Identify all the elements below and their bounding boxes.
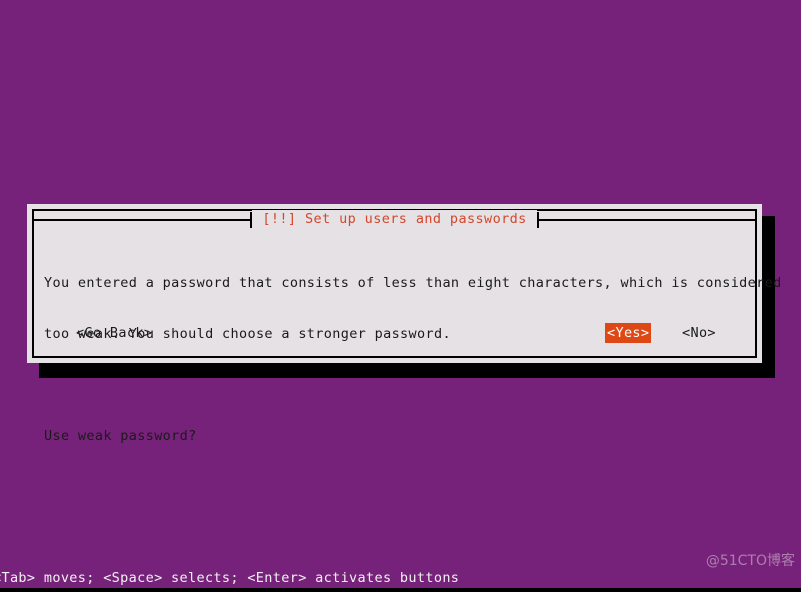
title-rule-right: [536, 210, 756, 229]
keyboard-help-text: <Tab> moves; <Space> selects; <Enter> ac…: [0, 570, 460, 586]
title-rule-left: [34, 210, 253, 229]
dialog-title-bar: [!!] Set up users and passwords: [34, 210, 756, 229]
dialog-question: Use weak password?: [44, 428, 197, 444]
no-button[interactable]: <No>: [680, 323, 718, 343]
installer-screen: [!!] Set up users and passwords You ente…: [0, 0, 801, 592]
yes-button[interactable]: <Yes>: [605, 323, 652, 343]
dialog-message: You entered a password that consists of …: [44, 241, 782, 479]
go-back-button[interactable]: <Go Back>: [74, 323, 154, 343]
message-line-1: You entered a password that consists of …: [44, 275, 782, 291]
bottom-black-bar: [0, 588, 801, 592]
dialog-title: [!!] Set up users and passwords: [252, 210, 537, 229]
setup-users-and-passwords-dialog: [!!] Set up users and passwords You ente…: [27, 204, 781, 444]
watermark: @51CTO博客: [705, 553, 795, 569]
dialog-inner-frame: [!!] Set up users and passwords You ente…: [32, 209, 781, 444]
dialog-button-row: <Go Back> <Yes> <No>: [34, 323, 755, 343]
